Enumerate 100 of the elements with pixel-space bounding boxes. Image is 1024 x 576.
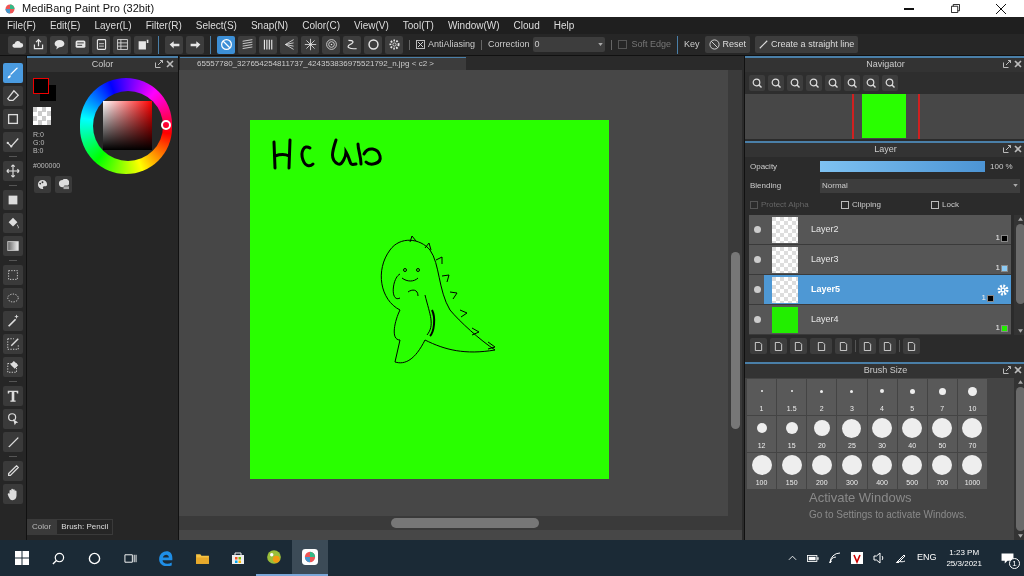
folder-button[interactable] bbox=[835, 338, 852, 354]
list-tool-button[interactable] bbox=[113, 35, 131, 54]
gear-tool-button[interactable] bbox=[385, 35, 403, 54]
hand-tool-button[interactable] bbox=[3, 484, 23, 504]
menu-item[interactable]: Help bbox=[553, 18, 575, 33]
polyline-tool-button[interactable] bbox=[3, 132, 23, 152]
undo-tool-button[interactable] bbox=[165, 35, 183, 54]
zoom-out-button[interactable] bbox=[806, 75, 822, 91]
horizontal-scrollbar[interactable] bbox=[179, 516, 742, 530]
new-layer-button[interactable] bbox=[770, 338, 787, 354]
clock-date[interactable]: 25/3/2021 bbox=[946, 558, 982, 569]
reset-view-button[interactable] bbox=[844, 75, 860, 91]
eyedropper-tool-button[interactable] bbox=[3, 461, 23, 481]
menu-item[interactable]: Edit(E) bbox=[49, 18, 81, 33]
palette-button[interactable] bbox=[34, 176, 51, 193]
antivirus-v-icon[interactable] bbox=[850, 552, 863, 564]
document-tab[interactable]: 65557780_327654254811737_424353836975521792_n.jpg < c2 > bbox=[180, 57, 466, 70]
clock-time[interactable]: 1:23 PM bbox=[949, 547, 980, 558]
grid-tool-button[interactable] bbox=[259, 35, 277, 54]
correction-dropdown[interactable]: 0 bbox=[532, 37, 605, 52]
hue-handle[interactable] bbox=[161, 120, 171, 130]
navigator-preview[interactable] bbox=[745, 94, 1024, 139]
pen-icon[interactable] bbox=[894, 552, 907, 564]
menu-item[interactable]: Layer(L) bbox=[94, 18, 132, 33]
scroll-up-icon[interactable] bbox=[1017, 217, 1023, 221]
menu-item[interactable]: Color(C) bbox=[302, 18, 340, 33]
battery-icon[interactable] bbox=[806, 554, 819, 562]
chevron-up-icon[interactable] bbox=[787, 555, 797, 561]
close-icon[interactable] bbox=[1014, 145, 1022, 153]
opacity-slider[interactable] bbox=[820, 161, 985, 172]
undock-icon[interactable] bbox=[155, 60, 163, 68]
select-rect-tool-button[interactable] bbox=[3, 265, 23, 285]
close-icon[interactable] bbox=[166, 60, 174, 68]
add-layer-button[interactable] bbox=[810, 338, 832, 354]
notification-button[interactable]: 1 bbox=[996, 548, 1018, 568]
text-tool-button[interactable] bbox=[3, 386, 23, 406]
delete-button[interactable] bbox=[903, 338, 920, 354]
perspective-tool-button[interactable] bbox=[280, 35, 298, 54]
palette-settings-button[interactable] bbox=[55, 176, 72, 193]
zoom-in-button[interactable] bbox=[768, 75, 784, 91]
close-icon[interactable] bbox=[1014, 366, 1022, 374]
radial-tool-button[interactable] bbox=[301, 35, 319, 54]
scroll-down-icon[interactable] bbox=[1017, 534, 1023, 538]
knife-tool-button[interactable] bbox=[3, 432, 23, 452]
brush-scrollbar[interactable] bbox=[1014, 378, 1024, 540]
wand-tool-button[interactable] bbox=[3, 311, 23, 331]
select-eraser-tool-button[interactable] bbox=[3, 357, 23, 377]
menu-item[interactable]: Select(S) bbox=[195, 18, 237, 33]
no-snap-tool-button[interactable] bbox=[217, 35, 235, 54]
redo-tool-button[interactable] bbox=[186, 35, 204, 54]
medibang-button[interactable] bbox=[292, 540, 328, 576]
menu-item[interactable]: Window(W) bbox=[447, 18, 500, 33]
scrollbar-thumb[interactable] bbox=[1015, 224, 1024, 304]
circle-tool-button[interactable] bbox=[364, 35, 382, 54]
language-indicator[interactable]: ENG bbox=[916, 551, 937, 565]
undock-icon[interactable] bbox=[1003, 60, 1011, 68]
rect-tool-button[interactable] bbox=[3, 109, 23, 129]
checkbox[interactable] bbox=[841, 201, 849, 209]
new-layer-button[interactable] bbox=[790, 338, 807, 354]
chat-tool-button[interactable] bbox=[71, 35, 89, 54]
reset-button[interactable]: Reset bbox=[704, 36, 751, 53]
scrollbar-thumb[interactable] bbox=[391, 518, 539, 528]
wifi-icon[interactable] bbox=[828, 552, 841, 564]
vertical-scrollbar[interactable] bbox=[728, 70, 742, 516]
cloud-tool-button[interactable] bbox=[8, 35, 26, 54]
share-tool-button[interactable] bbox=[29, 35, 47, 54]
scroll-up-icon[interactable] bbox=[1017, 380, 1023, 384]
speaker-icon[interactable] bbox=[872, 552, 885, 564]
color-square[interactable] bbox=[102, 101, 152, 150]
select-pen-tool-button[interactable] bbox=[3, 334, 23, 354]
checkbox[interactable] bbox=[931, 201, 939, 209]
color-swatches-drawing[interactable] bbox=[33, 78, 57, 102]
page-tool-button[interactable] bbox=[92, 35, 110, 54]
scrollbar-thumb[interactable] bbox=[730, 252, 740, 429]
layout-tool-button[interactable] bbox=[134, 35, 152, 54]
merge-button[interactable] bbox=[879, 338, 896, 354]
concentric-tool-button[interactable] bbox=[322, 35, 340, 54]
rotate-left-button[interactable] bbox=[825, 75, 841, 91]
scroll-down-icon[interactable] bbox=[1017, 329, 1023, 333]
soft-edge-checkbox[interactable] bbox=[617, 40, 627, 49]
menu-item[interactable]: Filter(R) bbox=[145, 18, 182, 33]
comment-tool-button[interactable] bbox=[50, 35, 68, 54]
undock-icon[interactable] bbox=[1003, 145, 1011, 153]
zoom-actual-button[interactable] bbox=[749, 75, 765, 91]
panel-tab[interactable]: Color bbox=[27, 519, 57, 535]
transparent-color-swatch[interactable] bbox=[33, 107, 51, 125]
pointer-tool-button[interactable] bbox=[3, 409, 23, 429]
blending-dropdown[interactable]: Normal bbox=[820, 178, 1020, 193]
eraser-tool-button[interactable] bbox=[3, 86, 23, 106]
close-icon[interactable] bbox=[1014, 60, 1022, 68]
move-tool-button[interactable] bbox=[3, 161, 23, 181]
flip-button[interactable] bbox=[882, 75, 898, 91]
gear-icon[interactable] bbox=[997, 283, 1009, 296]
bucket-tool-button[interactable] bbox=[3, 213, 23, 233]
lasso-tool-button[interactable] bbox=[3, 288, 23, 308]
menu-item[interactable]: Snap(N) bbox=[250, 18, 289, 33]
menu-item[interactable]: File(F) bbox=[7, 18, 36, 33]
fit-button[interactable] bbox=[787, 75, 803, 91]
gradient-tool-button[interactable] bbox=[3, 236, 23, 256]
curve-tool-button[interactable] bbox=[343, 35, 361, 54]
